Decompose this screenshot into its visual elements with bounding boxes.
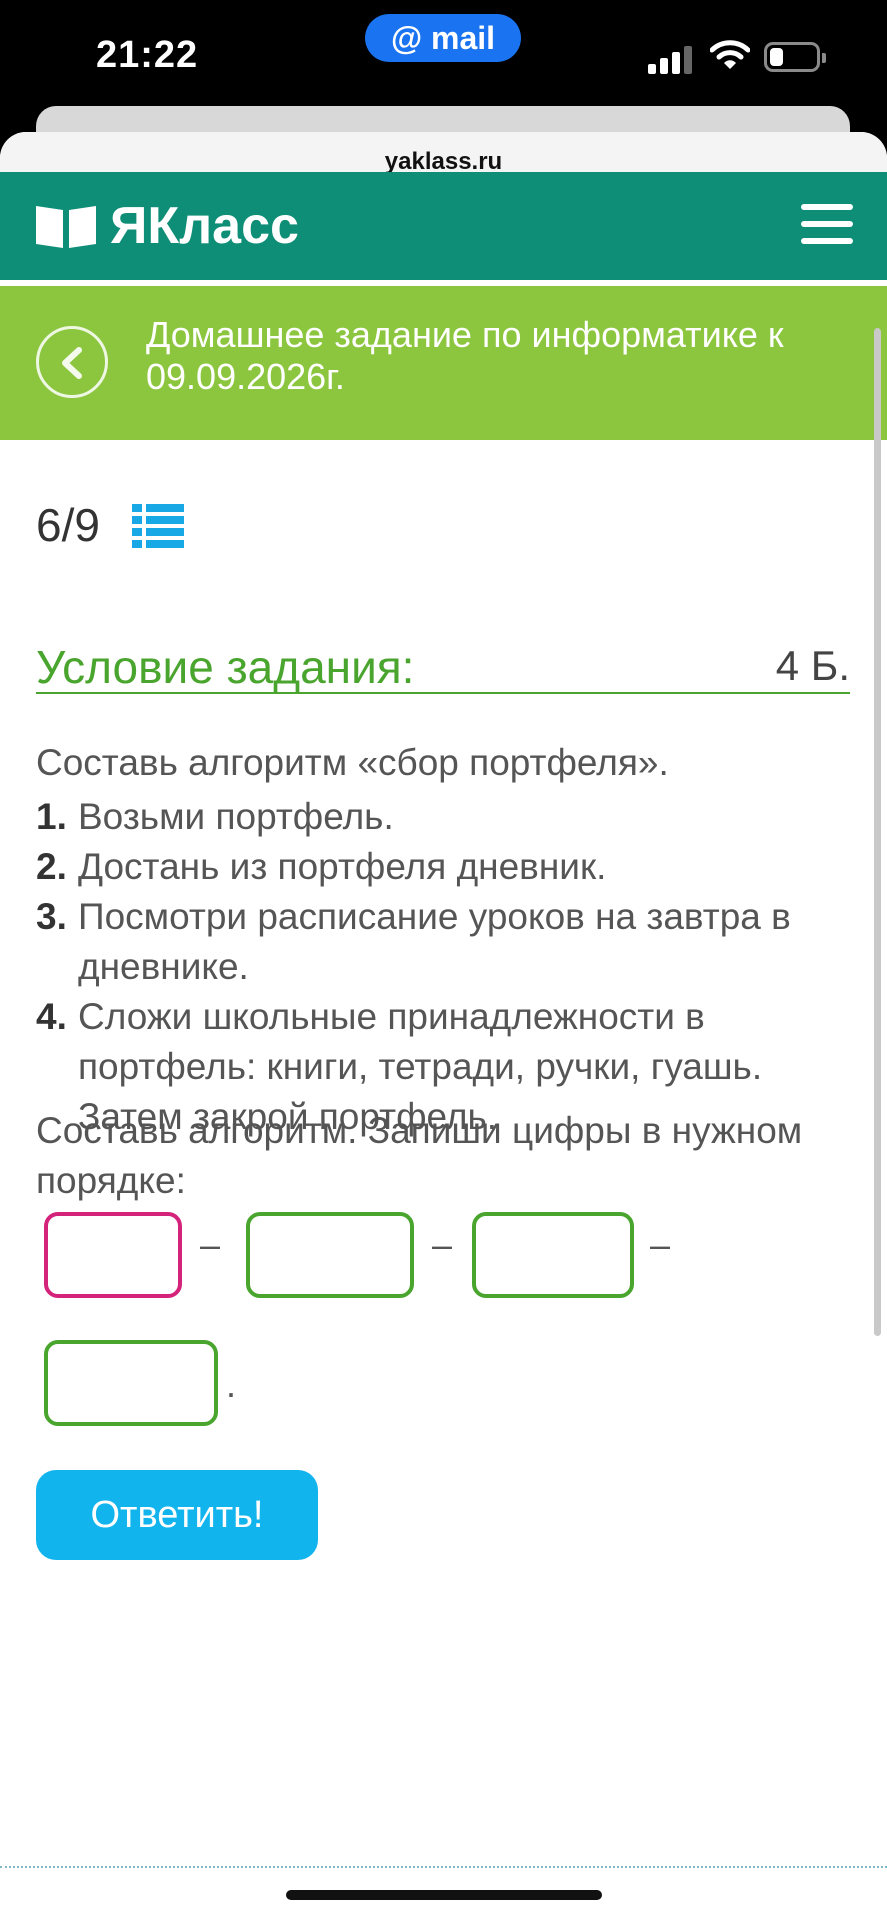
step-number: 1.: [36, 796, 67, 837]
logo-text: ЯКласс: [110, 197, 299, 255]
site-header: ЯКласс: [0, 172, 887, 280]
steps-list: 1. Возьми портфель. 2. Достань из портфе…: [36, 792, 836, 1142]
separator: –: [432, 1224, 453, 1265]
open-book-icon: [36, 206, 96, 248]
page-title: Домашнее задание по информатике к 09.09.…: [146, 314, 784, 397]
hamburger-menu-icon[interactable]: [801, 204, 853, 244]
cellular-signal-icon: [648, 44, 694, 74]
step-text: Посмотри расписание уроков на завтра в д…: [78, 896, 791, 987]
answer-field-1[interactable]: [44, 1212, 182, 1298]
status-time: 21:22: [96, 34, 199, 76]
task-instruction: Составь алгоритм. Запиши цифры в нужном …: [36, 1110, 803, 1201]
separator: –: [200, 1224, 221, 1265]
step-number: 3.: [36, 896, 67, 937]
submit-button[interactable]: Ответить!: [36, 1470, 318, 1560]
status-bar: 21:22 @ mail: [0, 0, 887, 110]
home-indicator[interactable]: [286, 1890, 602, 1900]
step-text: Возьми портфель.: [78, 796, 394, 837]
battery-icon: [764, 42, 826, 72]
list-icon[interactable]: [132, 504, 184, 548]
condition-title: Условие задания:: [36, 641, 415, 693]
step-number: 2.: [36, 846, 67, 887]
task-intro: Составь алгоритм «сбор портфеля».: [36, 742, 669, 783]
back-button[interactable]: [36, 326, 108, 398]
task-progress: 6/9: [36, 499, 100, 551]
list-item: 3. Посмотри расписание уроков на завтра …: [36, 892, 806, 992]
divider: [0, 1866, 887, 1868]
homework-title-bar: Домашнее задание по информатике к 09.09.…: [0, 286, 887, 440]
step-text: Достань из портфеля дневник.: [78, 846, 607, 887]
mail-pill[interactable]: @ mail: [365, 14, 521, 62]
task-points: 4 Б.: [775, 642, 850, 689]
browser-page: yaklass.ru ЯКласс Домашнее задание по ин…: [0, 132, 887, 1920]
step-number: 4.: [36, 996, 67, 1037]
condition-header: Условие задания: 4 Б.: [36, 632, 850, 694]
answer-field-2[interactable]: [246, 1212, 414, 1298]
answer-field-4[interactable]: [44, 1340, 218, 1426]
wifi-icon: [710, 40, 750, 69]
separator: –: [650, 1224, 671, 1265]
chevron-left-icon: [62, 347, 82, 379]
list-item: 2. Достань из портфеля дневник.: [36, 842, 836, 892]
answer-field-3[interactable]: [472, 1212, 634, 1298]
list-item: 1. Возьми портфель.: [36, 792, 836, 842]
scrollbar[interactable]: [874, 328, 881, 1336]
terminator: .: [226, 1364, 237, 1405]
url-bar[interactable]: yaklass.ru: [0, 132, 887, 175]
